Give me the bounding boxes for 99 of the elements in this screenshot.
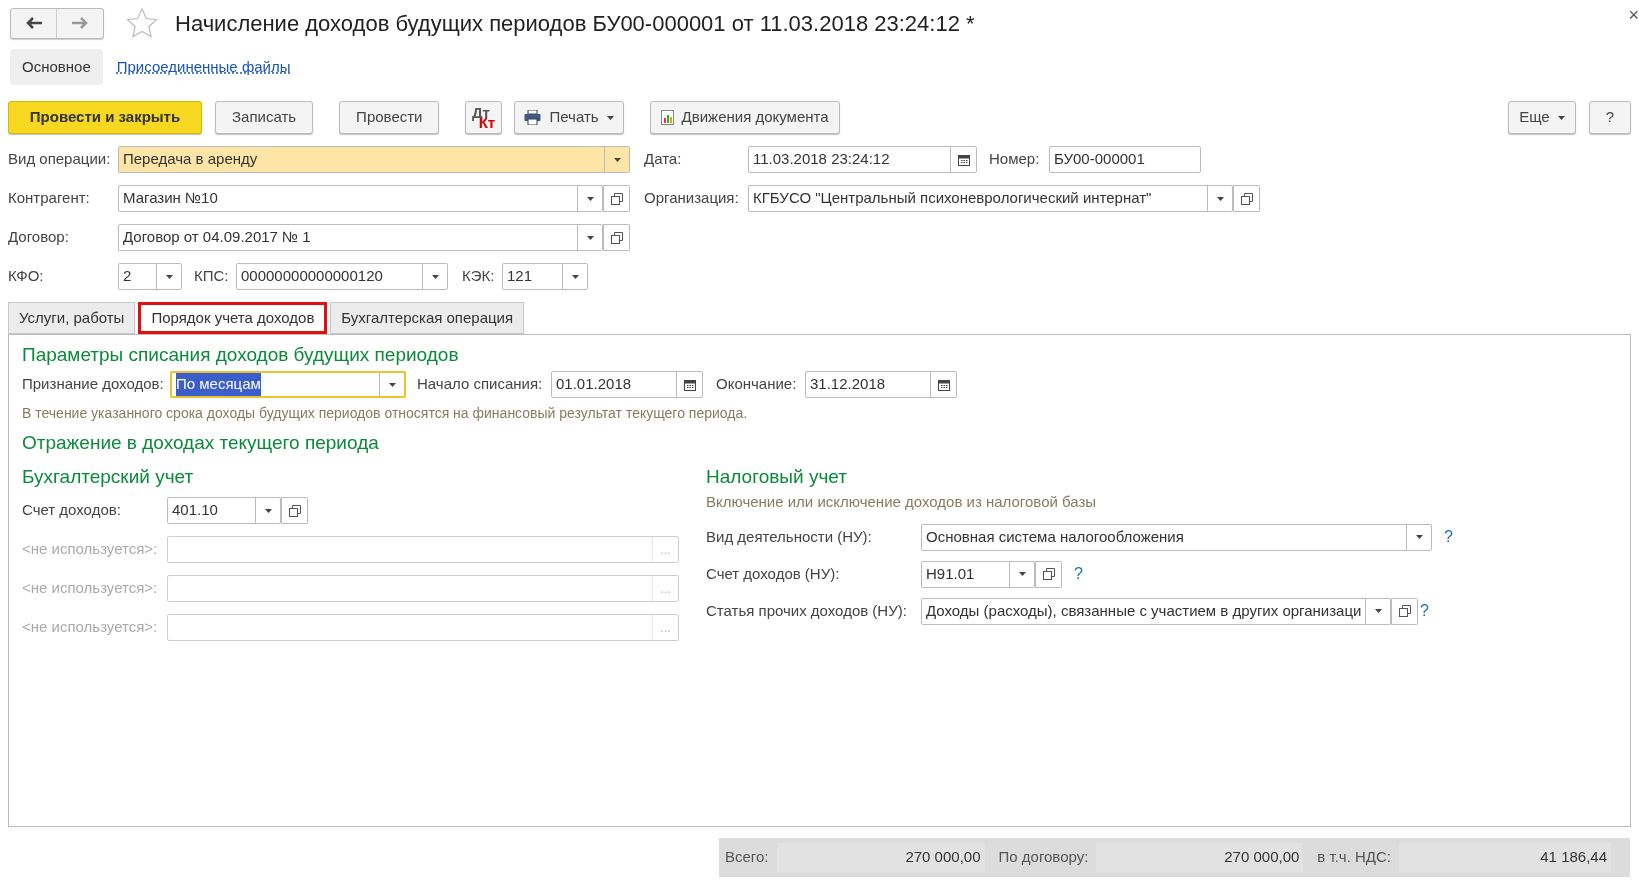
open-button[interactable] [603,225,629,250]
caret-icon [1216,196,1224,201]
open-button[interactable] [1233,186,1259,211]
section-title: Отражение в доходах текущего периода [22,431,380,455]
field-label: Вид деятельности (НУ): [706,526,873,547]
tab[interactable]: Порядок учета доходов [138,302,328,334]
caret-icon [165,274,173,279]
caret-icon [431,274,439,279]
field-label: <не используется>: [22,578,159,599]
field-label: Дата: [644,149,683,170]
hint-text: Включение или исключение доходов из налоговой базы [706,492,1098,512]
arrow-left-icon [25,17,42,29]
open-button[interactable] [603,186,629,211]
date-field[interactable]: 31.12.2018 [805,371,957,398]
arrow-right-icon [72,17,88,29]
caret-icon [613,157,621,162]
field-label: Начало списания: [417,374,544,395]
select-field[interactable]: 121 [502,263,588,290]
help-mark[interactable]: ? [1444,525,1453,549]
post-and-close-button[interactable]: Провести и закрыть [8,101,202,134]
date-field[interactable]: 11.03.2018 23:24:12 [748,146,977,173]
tab[interactable]: Услуги, работы [8,302,136,334]
copy-icon [1042,568,1055,580]
field-label: Счет доходов (НУ): [706,563,841,584]
calendar-icon [957,153,970,166]
open-button[interactable] [281,498,307,523]
subsection-title: Налоговый учет [706,465,848,489]
date-field[interactable]: 01.01.2018 [551,371,703,398]
close-button[interactable]: × [1628,6,1639,24]
field-label: Счет доходов: [22,500,122,521]
copy-icon [1240,192,1253,205]
select-field[interactable]: Доходы (расходы), связанные с участием в других организаци [921,597,1392,625]
caret-icon [1415,535,1423,539]
section-title: Параметры списания доходов будущих периодов [22,343,460,367]
form-tab[interactable]: Присоединенные файлы [116,49,291,85]
total-value: 270 000,00 [1096,843,1304,872]
calendar-icon [683,378,696,391]
more-button[interactable]: Еще [1508,101,1576,134]
field-label: в т.ч. НДС: [1317,847,1391,868]
caret-icon [606,115,614,120]
total-value: 270 000,00 [776,843,985,872]
hint-text: В течение указанного срока доходы будущих периодов относятся на финансовый результат текущего периода. [22,404,749,423]
field-label: Вид операции: [8,149,112,170]
field-label: КФО: [8,266,45,287]
field-label: Окончание: [716,374,798,395]
copy-icon [1398,605,1411,617]
field-label: <не используется>: [22,617,159,638]
field-label: Организация: [644,188,740,209]
caret-icon [1557,115,1565,120]
field-label: <не используется>: [22,539,159,560]
field-label: Номер: [989,149,1041,170]
tab[interactable]: Бухгалтерская операция [330,302,525,334]
toolbar-button[interactable]: Провести [339,101,440,134]
select-field[interactable]: По месяцам [170,371,406,398]
open-button[interactable] [1035,561,1061,587]
copy-icon [610,192,623,205]
field-label: КПС: [194,266,230,287]
calendar-icon [937,378,950,391]
toolbar-button[interactable]: ? [1588,101,1631,134]
select-field[interactable]: 00000000000000120 [236,263,448,290]
printer-icon [524,110,542,125]
form-tab[interactable]: Основное [10,49,103,85]
select-field[interactable]: Передача в аренду [118,146,630,173]
document-movements-button[interactable]: Движения документа [649,101,840,134]
window-title: Начисление доходов будущих периодов БУ00-000001 от 11.03.2018 23:24:12 * [175,9,975,38]
star-icon[interactable] [126,8,158,38]
caret-icon [586,196,594,201]
caret-icon [388,382,396,387]
caret-icon [1018,572,1026,576]
field-label: Контрагент: [8,188,91,209]
select-field[interactable]: КГБУСО "Центральный психоневрологический интернат" [748,185,1233,212]
select-field[interactable]: 401.10 [167,497,281,524]
caret-icon [264,508,272,513]
select-field[interactable]: Н91.01 [921,560,1035,588]
select-field[interactable]: 2 [118,263,182,290]
field-label: Всего: [725,847,769,868]
copy-icon [610,231,623,244]
field-label: Признание доходов: [22,374,165,395]
field-label: Договор: [8,227,70,248]
input-field[interactable]: БУ00-000001 [1049,146,1201,173]
field-label: КЭК: [462,266,496,287]
field-label: По договору: [998,847,1089,868]
caret-icon [571,274,579,279]
select-field[interactable]: Основная система налогообложения [921,523,1432,551]
open-button[interactable] [1391,598,1418,624]
report-icon [660,110,674,125]
help-mark[interactable]: ? [1420,599,1429,623]
copy-icon [288,504,301,517]
dt-kt-button[interactable]: Дт Кт [465,101,503,134]
total-value: 41 186,44 [1399,843,1611,872]
toolbar-button[interactable]: Записать [215,101,314,134]
print-button[interactable]: Печать [514,101,624,134]
caret-icon [586,235,594,240]
caret-icon [1374,609,1382,613]
subsection-title: Бухгалтерский учет [22,465,195,489]
select-field[interactable]: Договор от 04.09.2017 № 1 [118,224,603,251]
select-field[interactable]: Магазин №10 [118,185,603,212]
help-mark[interactable]: ? [1074,562,1083,586]
field-label: Статья прочих доходов (НУ): [706,600,908,621]
